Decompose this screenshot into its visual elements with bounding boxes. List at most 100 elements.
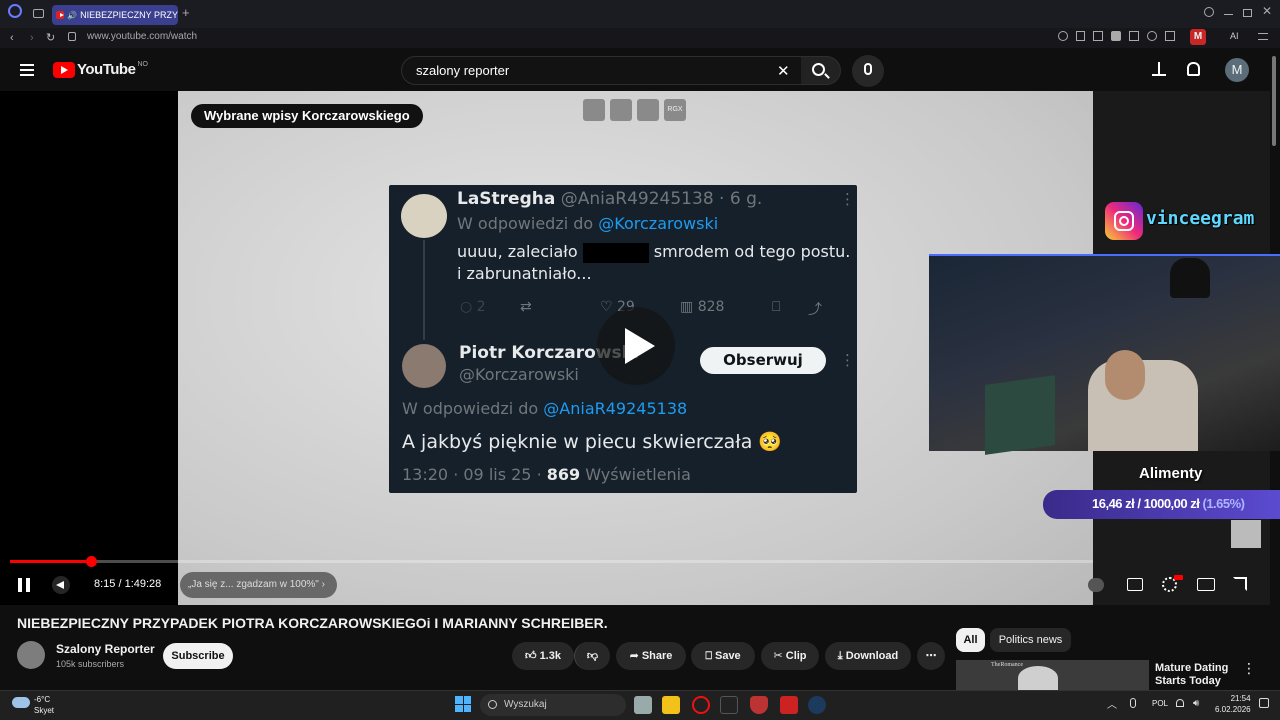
reply1-to-handle: @Korczarowski — [598, 214, 719, 233]
youtube-logo[interactable]: YouTube NO — [53, 61, 148, 78]
video-ctl-popout-icon[interactable] — [583, 99, 605, 121]
ad-thumbnail[interactable]: TheRomance — [956, 660, 1149, 690]
subtitles-icon[interactable] — [1127, 578, 1143, 591]
opera-taskbar-icon[interactable] — [692, 696, 710, 714]
ad-thumb-text: TheRomance — [991, 662, 1023, 668]
tab-overview-icon[interactable] — [33, 9, 44, 18]
thumbs-down-icon: 👎︎ — [586, 650, 599, 662]
profile-m-icon[interactable]: M — [1190, 29, 1206, 45]
file-explorer-icon[interactable] — [662, 696, 680, 714]
theater-mode-icon[interactable] — [1197, 578, 1215, 591]
search-input[interactable]: szalony reporter — [401, 56, 803, 85]
back-icon[interactable]: ‹ — [10, 28, 14, 48]
download-label: Download — [845, 650, 899, 662]
maximize-icon[interactable] — [1243, 9, 1252, 17]
reply1-handle: @AniaR49245138 · 6 g. — [560, 189, 763, 209]
task-view-icon[interactable] — [634, 696, 652, 714]
scissors-icon: ✂ — [773, 650, 783, 662]
hamburger-menu-icon[interactable] — [20, 64, 34, 76]
forward-icon[interactable]: › — [30, 28, 34, 48]
fullscreen-icon[interactable] — [1233, 577, 1247, 591]
tray-overflow-icon[interactable]: ︿ — [1107, 696, 1117, 711]
player-icon[interactable] — [1129, 31, 1139, 41]
reply1-text-line2: i zabrunatniało... — [457, 264, 592, 283]
speaker-icon: 🔊 — [67, 10, 78, 20]
share-button[interactable]: ➦ Share — [616, 642, 686, 670]
scrubber-handle[interactable] — [86, 556, 97, 567]
channel-avatar[interactable] — [17, 641, 45, 669]
volume-tray-icon[interactable]: 🔊︎ — [1193, 698, 1199, 709]
pause-button[interactable] — [18, 578, 30, 592]
video-ctl-skip-icon[interactable] — [637, 99, 659, 121]
create-upload-icon[interactable] — [1152, 62, 1166, 76]
ad-menu-icon[interactable]: ⋮ — [1242, 660, 1256, 677]
notifications-bell-icon[interactable] — [1187, 62, 1200, 76]
snapshot-icon[interactable] — [1093, 31, 1103, 41]
obs-icon[interactable] — [720, 696, 738, 714]
language-indicator[interactable]: POL — [1152, 699, 1168, 708]
ad-title[interactable]: Mature Dating Starts Today — [1155, 662, 1245, 688]
download-button[interactable]: ⤓ Download — [825, 642, 911, 670]
heart-icon[interactable] — [1147, 31, 1157, 41]
weather-widget[interactable]: -6°C Skyet — [34, 694, 54, 716]
clock[interactable]: 21:54 6.02.2026 — [1215, 693, 1251, 715]
steam-icon[interactable] — [808, 696, 826, 714]
more-actions-button[interactable]: ⋯ — [917, 642, 945, 670]
minimize-icon[interactable] — [1224, 14, 1233, 15]
play-overlay-icon[interactable] — [597, 307, 675, 385]
page-scrollbar[interactable] — [1272, 56, 1276, 146]
progress-track[interactable] — [10, 560, 1093, 563]
ai-icon[interactable]: AI — [1230, 31, 1239, 41]
tray-mic-icon[interactable] — [1130, 698, 1136, 708]
reload-icon[interactable]: ↻ — [46, 28, 55, 48]
clip-button[interactable]: ✂ Clip — [761, 642, 819, 670]
goal-amount-line: 16,46 zł / 1000,00 zł (1.65%) — [1092, 496, 1245, 511]
share-icon: ⤴ — [808, 302, 822, 318]
save-button[interactable]: ⎕ Save — [691, 642, 755, 670]
wifi-icon[interactable] — [1176, 699, 1184, 707]
windows-start-icon[interactable] — [455, 696, 471, 712]
video-ctl-enter-icon[interactable] — [610, 99, 632, 121]
korczarowski-avatar — [402, 344, 446, 388]
goal-title: Alimenty — [1139, 465, 1203, 482]
subscriber-count: 105k subscribers — [56, 659, 125, 669]
overlay-title-pill: Wybrane wpisy Korczarowskiego — [191, 104, 423, 128]
retweet-icon: ⇄ — [520, 299, 532, 315]
search-tabs-icon[interactable] — [1204, 7, 1214, 17]
dislike-button[interactable]: 👎︎ — [574, 642, 610, 670]
video-ctl-label[interactable]: RGX — [664, 99, 686, 121]
search-button[interactable] — [801, 56, 841, 85]
weather-cloud-icon[interactable] — [12, 697, 30, 708]
menu-icon[interactable] — [1258, 33, 1268, 40]
pin-icon[interactable] — [1076, 31, 1085, 41]
video-title: NIEBEZPIECZNY PRZYPADEK PIOTRA KORCZAROW… — [17, 615, 608, 631]
autoplay-toggle[interactable] — [1088, 578, 1104, 592]
shield-icon[interactable] — [1111, 31, 1121, 41]
extensions-icon[interactable] — [1165, 31, 1175, 41]
clear-search-icon[interactable]: ✕ — [777, 62, 790, 80]
like-count: 1.3k — [539, 650, 561, 662]
voice-search-button[interactable] — [852, 55, 884, 87]
account-avatar[interactable]: M — [1225, 58, 1249, 82]
zoom-icon[interactable] — [1058, 31, 1068, 41]
media-app-icon[interactable] — [780, 696, 798, 714]
subscribe-button[interactable]: Subscribe — [163, 643, 233, 669]
volume-button[interactable] — [52, 576, 70, 594]
taskbar-search[interactable]: Wyszukaj — [480, 694, 626, 716]
reply2-text: A jakbyś pięknie w piecu skwierczała 🥺 — [402, 431, 783, 453]
url-field[interactable]: www.youtube.com/watch — [87, 31, 197, 42]
notification-center-icon[interactable] — [1259, 698, 1269, 708]
opera-logo-icon[interactable] — [8, 4, 22, 18]
progress-fill — [10, 560, 91, 563]
chip-all[interactable]: All — [956, 628, 985, 652]
brave-icon[interactable] — [750, 696, 768, 714]
close-window-icon[interactable]: ✕ — [1262, 4, 1272, 18]
like-button[interactable]: 👍︎ 1.3k — [512, 642, 574, 670]
goal-percent: (1.65%) — [1202, 496, 1245, 511]
wall-decor — [1170, 258, 1210, 298]
new-tab-icon[interactable]: + — [182, 5, 190, 20]
chapter-button[interactable]: „Ja się z... zgadzam w 100%" › — [180, 572, 337, 598]
channel-name[interactable]: Szalony Reporter — [56, 642, 155, 656]
chip-politics-news[interactable]: Politics news — [990, 628, 1071, 652]
browser-tab-active[interactable]: 🔊 NIEBEZPIECZNY PRZY — [52, 5, 178, 25]
